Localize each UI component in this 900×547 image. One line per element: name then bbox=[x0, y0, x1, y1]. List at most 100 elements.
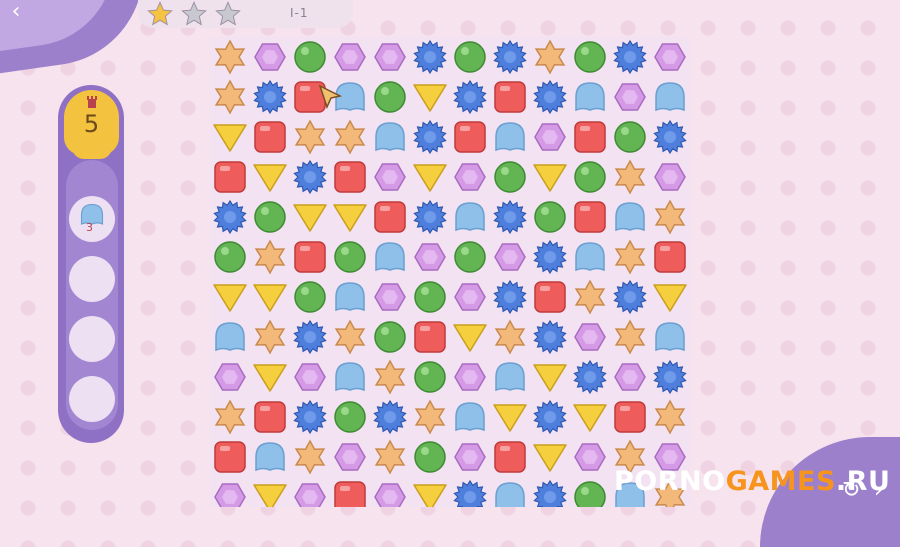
red-square-candy-icon[interactable] bbox=[330, 477, 370, 507]
blue-flower-candy-icon[interactable] bbox=[530, 237, 570, 277]
blue-flower-candy-icon[interactable] bbox=[410, 197, 450, 237]
orange-star-candy-icon[interactable] bbox=[610, 317, 650, 357]
blue-flower-candy-icon[interactable] bbox=[530, 477, 570, 507]
orange-star-candy-icon[interactable] bbox=[290, 117, 330, 157]
red-square-candy-icon[interactable] bbox=[290, 237, 330, 277]
red-square-candy-icon[interactable] bbox=[490, 437, 530, 477]
green-round-candy-icon[interactable] bbox=[370, 317, 410, 357]
blue-jelly-candy-icon[interactable] bbox=[450, 397, 490, 437]
purple-hexagon-candy-icon[interactable] bbox=[450, 357, 490, 397]
red-square-candy-icon[interactable] bbox=[370, 197, 410, 237]
orange-star-candy-icon[interactable] bbox=[610, 157, 650, 197]
green-round-candy-icon[interactable] bbox=[250, 197, 290, 237]
green-round-candy-icon[interactable] bbox=[210, 237, 250, 277]
orange-star-candy-icon[interactable] bbox=[250, 317, 290, 357]
purple-hexagon-candy-icon[interactable] bbox=[290, 477, 330, 507]
blue-jelly-candy-icon[interactable] bbox=[330, 357, 370, 397]
blue-jelly-candy-icon[interactable] bbox=[450, 197, 490, 237]
orange-star-candy-icon[interactable] bbox=[210, 397, 250, 437]
blue-jelly-candy-icon[interactable] bbox=[490, 357, 530, 397]
blue-flower-candy-icon[interactable] bbox=[250, 77, 290, 117]
yellow-triangle-candy-icon[interactable] bbox=[210, 117, 250, 157]
purple-hexagon-candy-icon[interactable] bbox=[450, 157, 490, 197]
yellow-triangle-candy-icon[interactable] bbox=[450, 317, 490, 357]
red-square-candy-icon[interactable] bbox=[490, 77, 530, 117]
purple-hexagon-candy-icon[interactable] bbox=[570, 437, 610, 477]
green-round-candy-icon[interactable] bbox=[570, 157, 610, 197]
yellow-triangle-candy-icon[interactable] bbox=[570, 397, 610, 437]
green-round-candy-icon[interactable] bbox=[410, 437, 450, 477]
back-button[interactable]: ‹ bbox=[2, 0, 30, 26]
green-round-candy-icon[interactable] bbox=[530, 197, 570, 237]
red-square-candy-icon[interactable] bbox=[210, 157, 250, 197]
purple-hexagon-candy-icon[interactable] bbox=[370, 37, 410, 77]
green-round-candy-icon[interactable] bbox=[610, 117, 650, 157]
yellow-triangle-candy-icon[interactable] bbox=[250, 157, 290, 197]
blue-flower-candy-icon[interactable] bbox=[530, 397, 570, 437]
red-square-candy-icon[interactable] bbox=[450, 117, 490, 157]
green-round-candy-icon[interactable] bbox=[330, 397, 370, 437]
red-square-candy-icon[interactable] bbox=[530, 277, 570, 317]
blue-flower-candy-icon[interactable] bbox=[650, 117, 690, 157]
yellow-triangle-candy-icon[interactable] bbox=[250, 357, 290, 397]
purple-hexagon-candy-icon[interactable] bbox=[290, 357, 330, 397]
blue-jelly-candy-icon[interactable] bbox=[370, 117, 410, 157]
orange-star-candy-icon[interactable] bbox=[250, 237, 290, 277]
orange-star-candy-icon[interactable] bbox=[210, 37, 250, 77]
blue-flower-candy-icon[interactable] bbox=[490, 197, 530, 237]
green-round-candy-icon[interactable] bbox=[490, 157, 530, 197]
red-square-candy-icon[interactable] bbox=[250, 117, 290, 157]
blue-flower-candy-icon[interactable] bbox=[370, 397, 410, 437]
orange-star-candy-icon[interactable] bbox=[370, 437, 410, 477]
purple-hexagon-candy-icon[interactable] bbox=[370, 477, 410, 507]
blue-flower-candy-icon[interactable] bbox=[530, 317, 570, 357]
purple-hexagon-candy-icon[interactable] bbox=[570, 317, 610, 357]
blue-flower-candy-icon[interactable] bbox=[530, 77, 570, 117]
purple-hexagon-candy-icon[interactable] bbox=[490, 237, 530, 277]
green-round-candy-icon[interactable] bbox=[330, 237, 370, 277]
green-round-candy-icon[interactable] bbox=[370, 77, 410, 117]
blue-flower-candy-icon[interactable] bbox=[450, 77, 490, 117]
green-round-candy-icon[interactable] bbox=[410, 277, 450, 317]
purple-hexagon-candy-icon[interactable] bbox=[250, 37, 290, 77]
yellow-triangle-candy-icon[interactable] bbox=[490, 397, 530, 437]
red-square-candy-icon[interactable] bbox=[650, 237, 690, 277]
green-round-candy-icon[interactable] bbox=[450, 237, 490, 277]
blue-jelly-candy-icon[interactable] bbox=[490, 477, 530, 507]
green-round-candy-icon[interactable] bbox=[290, 277, 330, 317]
purple-hexagon-candy-icon[interactable] bbox=[610, 77, 650, 117]
yellow-triangle-candy-icon[interactable] bbox=[410, 77, 450, 117]
red-square-candy-icon[interactable] bbox=[410, 317, 450, 357]
orange-star-candy-icon[interactable] bbox=[530, 37, 570, 77]
purple-hexagon-candy-icon[interactable] bbox=[450, 437, 490, 477]
red-square-candy-icon[interactable] bbox=[570, 117, 610, 157]
yellow-triangle-candy-icon[interactable] bbox=[410, 157, 450, 197]
orange-star-candy-icon[interactable] bbox=[330, 117, 370, 157]
purple-hexagon-candy-icon[interactable] bbox=[330, 437, 370, 477]
green-round-candy-icon[interactable] bbox=[570, 37, 610, 77]
green-round-candy-icon[interactable] bbox=[570, 477, 610, 507]
blue-jelly-candy-icon[interactable] bbox=[210, 317, 250, 357]
red-square-candy-icon[interactable] bbox=[210, 437, 250, 477]
orange-star-candy-icon[interactable] bbox=[410, 397, 450, 437]
blue-flower-candy-icon[interactable] bbox=[490, 37, 530, 77]
purple-hexagon-candy-icon[interactable] bbox=[410, 237, 450, 277]
yellow-triangle-candy-icon[interactable] bbox=[410, 477, 450, 507]
purple-hexagon-candy-icon[interactable] bbox=[650, 37, 690, 77]
next-button[interactable]: › bbox=[874, 478, 883, 503]
blue-flower-candy-icon[interactable] bbox=[490, 277, 530, 317]
blue-jelly-candy-icon[interactable] bbox=[610, 197, 650, 237]
orange-star-candy-icon[interactable] bbox=[610, 237, 650, 277]
green-round-candy-icon[interactable] bbox=[450, 37, 490, 77]
orange-star-candy-icon[interactable] bbox=[370, 357, 410, 397]
orange-star-candy-icon[interactable] bbox=[570, 277, 610, 317]
restart-button[interactable]: ↻ bbox=[842, 478, 860, 503]
purple-hexagon-candy-icon[interactable] bbox=[210, 357, 250, 397]
blue-flower-candy-icon[interactable] bbox=[450, 477, 490, 507]
blue-flower-candy-icon[interactable] bbox=[570, 357, 610, 397]
blue-jelly-candy-icon[interactable] bbox=[370, 237, 410, 277]
blue-flower-candy-icon[interactable] bbox=[290, 397, 330, 437]
purple-hexagon-candy-icon[interactable] bbox=[370, 157, 410, 197]
yellow-triangle-candy-icon[interactable] bbox=[530, 157, 570, 197]
yellow-triangle-candy-icon[interactable] bbox=[250, 277, 290, 317]
